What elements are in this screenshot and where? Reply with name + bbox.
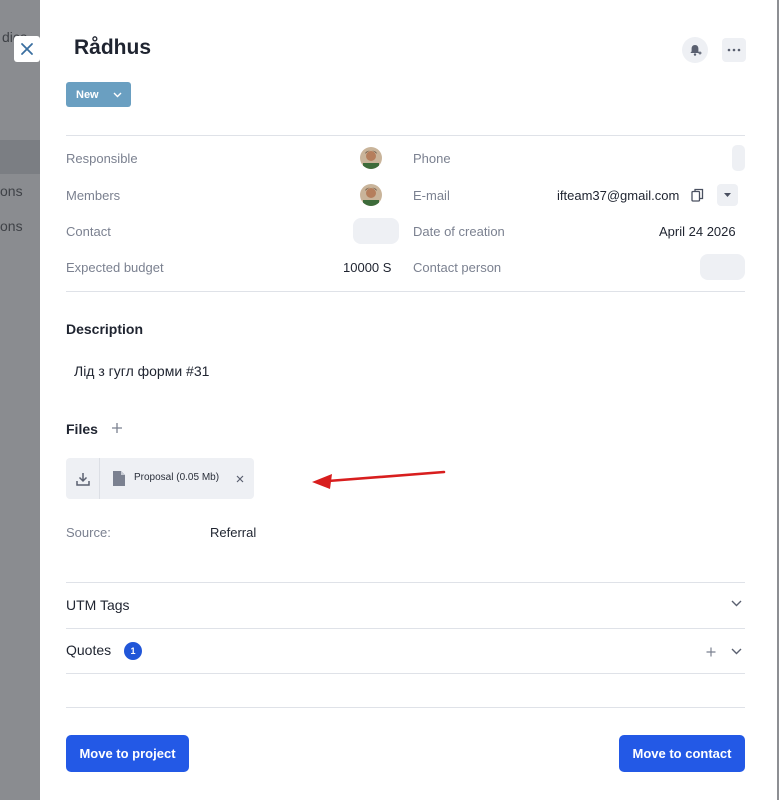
phone-field[interactable] bbox=[732, 145, 745, 171]
chevron-down-icon bbox=[113, 92, 122, 97]
responsible-avatar[interactable] bbox=[360, 147, 382, 169]
email-options-dropdown[interactable] bbox=[717, 184, 738, 206]
lead-title: Rådhus bbox=[74, 36, 152, 59]
member-avatar[interactable] bbox=[360, 184, 382, 206]
subscribe-button[interactable] bbox=[682, 37, 708, 63]
divider bbox=[66, 707, 745, 708]
close-icon bbox=[236, 475, 244, 482]
quotes-count-badge: 1 bbox=[124, 642, 142, 660]
move-to-project-button[interactable]: Move to project bbox=[66, 735, 189, 772]
divider bbox=[66, 291, 745, 292]
background-text: ons bbox=[0, 218, 23, 234]
utm-tags-header[interactable]: UTM Tags bbox=[66, 583, 745, 628]
more-button[interactable] bbox=[722, 38, 746, 62]
file-name[interactable]: Proposal (0.05 Mb) bbox=[134, 472, 219, 483]
quotes-title: Quotes bbox=[66, 642, 112, 658]
more-icon bbox=[727, 48, 741, 52]
members-label: Members bbox=[66, 188, 121, 203]
quotes-header[interactable]: Quotes 1 bbox=[66, 629, 745, 673]
status-label: New bbox=[76, 88, 99, 101]
description-text[interactable]: Лід з гугл форми #31 bbox=[74, 363, 209, 379]
plus-icon bbox=[112, 423, 122, 433]
file-card[interactable]: Proposal (0.05 Mb) bbox=[66, 458, 254, 499]
status-dropdown[interactable]: New bbox=[66, 82, 131, 107]
date-of-creation-value: April 24 2026 bbox=[659, 224, 736, 239]
annotation-arrow-icon bbox=[312, 470, 446, 489]
lead-panel: Rådhus New Responsible Members Contact E… bbox=[40, 0, 777, 800]
date-of-creation-label: Date of creation bbox=[413, 224, 505, 239]
divider bbox=[66, 135, 745, 136]
add-quote-button[interactable] bbox=[704, 645, 718, 659]
email-label: E-mail bbox=[413, 188, 450, 203]
plus-icon bbox=[706, 647, 716, 657]
phone-label: Phone bbox=[413, 151, 451, 166]
copy-icon bbox=[690, 188, 703, 202]
add-file-button[interactable] bbox=[109, 420, 125, 436]
divider bbox=[66, 673, 745, 674]
utm-tags-title: UTM Tags bbox=[66, 597, 130, 613]
chevron-down-icon bbox=[731, 648, 742, 655]
move-to-contact-button[interactable]: Move to contact bbox=[619, 735, 745, 772]
contact-select[interactable] bbox=[353, 218, 399, 244]
background-text: ons bbox=[0, 183, 23, 199]
bell-plus-icon bbox=[690, 45, 702, 56]
close-icon bbox=[21, 43, 33, 55]
responsible-label: Responsible bbox=[66, 151, 138, 166]
contact-person-select[interactable] bbox=[700, 254, 745, 280]
email-value[interactable]: ifteam37@gmail.com bbox=[557, 188, 679, 203]
copy-email-button[interactable] bbox=[688, 185, 706, 205]
source-value[interactable]: Referral bbox=[210, 525, 256, 540]
contact-person-label: Contact person bbox=[413, 260, 502, 275]
background-highlight bbox=[0, 140, 40, 174]
download-file-button[interactable] bbox=[66, 458, 100, 499]
contact-label: Contact bbox=[66, 224, 111, 239]
files-title: Files bbox=[66, 421, 98, 437]
expected-budget-label: Expected budget bbox=[66, 260, 164, 275]
remove-file-button[interactable] bbox=[234, 472, 246, 485]
chevron-down-icon bbox=[731, 600, 742, 607]
download-icon bbox=[75, 472, 90, 486]
caret-down-icon bbox=[724, 193, 731, 197]
file-icon bbox=[113, 471, 125, 486]
expected-budget-value[interactable]: 10000 S bbox=[343, 260, 391, 275]
description-title: Description bbox=[66, 321, 144, 337]
source-label: Source: bbox=[66, 525, 111, 540]
close-button[interactable] bbox=[14, 36, 40, 62]
